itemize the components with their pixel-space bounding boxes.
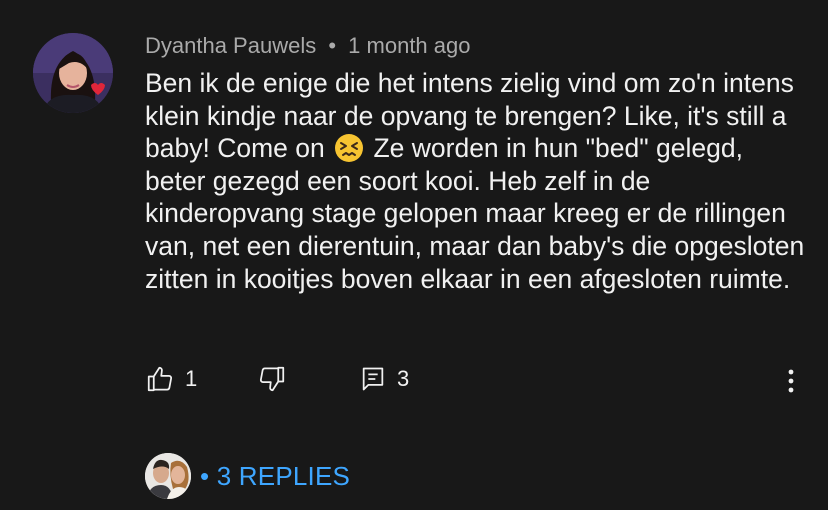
reply-button[interactable]: 3 <box>359 364 409 394</box>
comment-actions: 1 3 <box>145 364 805 398</box>
like-button[interactable]: 1 <box>145 364 197 394</box>
like-count: 1 <box>185 366 198 391</box>
replier-avatar <box>145 453 191 499</box>
dislike-button[interactable] <box>257 364 287 394</box>
confounded-face-emoji-icon <box>334 133 364 163</box>
header-separator: • <box>328 33 337 58</box>
comment-text: Ben ik de enige die het intens zielig vi… <box>145 67 805 295</box>
replies-toggle[interactable]: • 3 REPLIES <box>145 453 350 499</box>
author-name[interactable]: Dyantha Pauwels <box>145 33 316 58</box>
thumbs-up-icon <box>145 364 175 394</box>
comment-header: Dyantha Pauwels • 1 month ago <box>145 33 470 59</box>
more-vertical-icon <box>788 369 794 393</box>
comment-timestamp[interactable]: 1 month ago <box>348 33 470 58</box>
reply-count: 3 <box>397 366 410 391</box>
thumbs-down-icon <box>257 364 287 394</box>
comment-icon <box>359 364 387 394</box>
author-avatar[interactable] <box>33 33 113 113</box>
more-options-button[interactable] <box>779 366 803 396</box>
replies-label: • 3 REPLIES <box>200 460 351 491</box>
